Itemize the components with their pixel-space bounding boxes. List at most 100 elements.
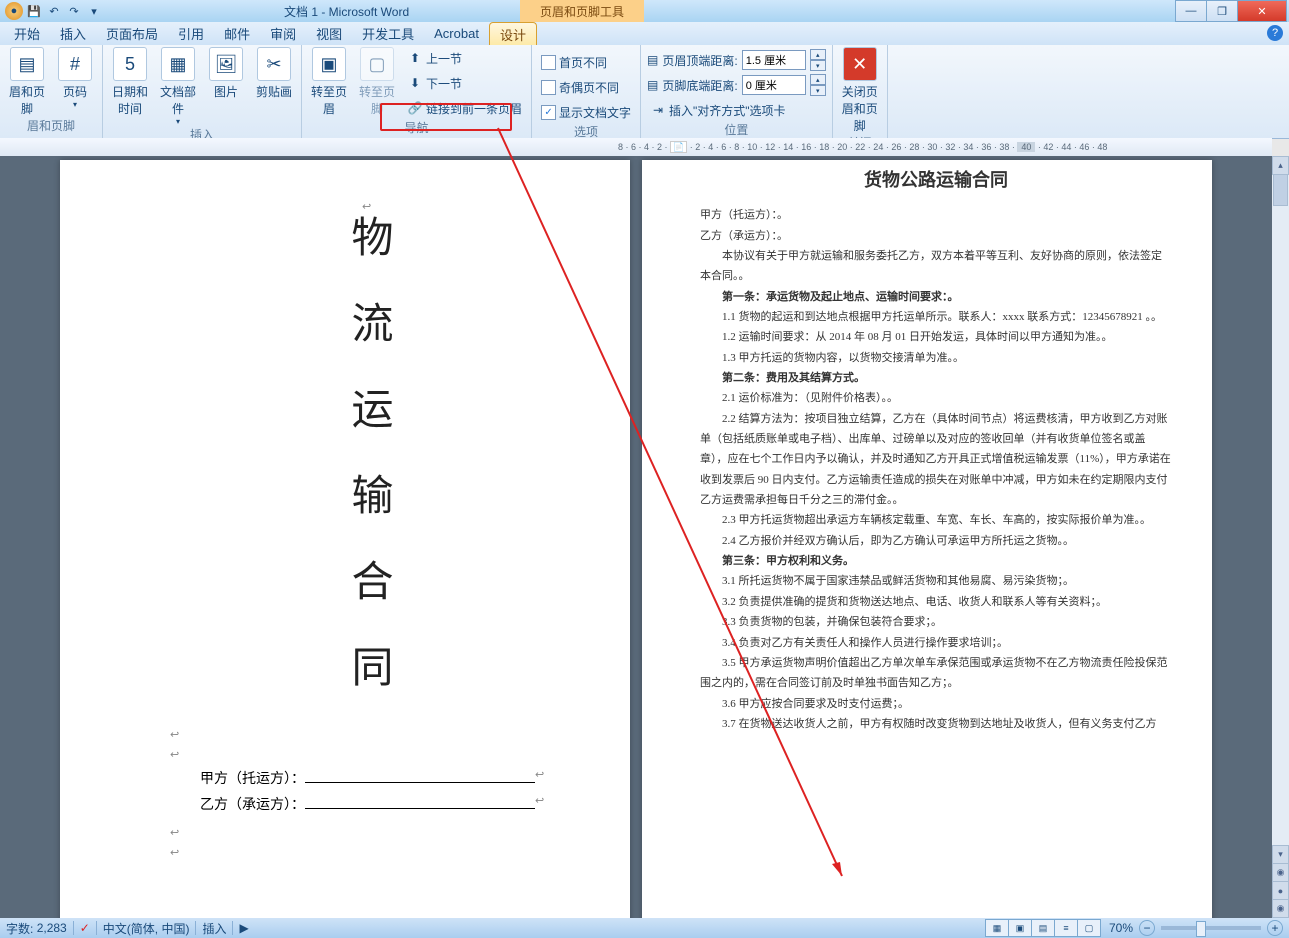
header-footer-button[interactable]: ▤眉和页脚 [6,47,48,117]
first-page-different-checkbox[interactable]: 首页不同 [538,51,634,73]
tab-acrobat[interactable]: Acrobat [424,22,489,45]
title-bar: ● 💾 ↶ ↷ ▾ 文档 1 - Microsoft Word 页眉和页脚工具 … [0,0,1289,22]
up-arrow-icon: ⬆ [407,50,423,66]
undo-icon[interactable]: ↶ [45,2,63,20]
next-section-button[interactable]: ⬇下一节 [404,72,525,94]
page2-line: 第二条：费用及其结算方式。 [700,368,1172,388]
page2-line: 3.4 负责对乙方有关责任人和操作人员进行操作要求培训；。 [700,633,1172,653]
horizontal-ruler[interactable]: 8 · 6 · 4 · 2 · 📄 · 2 · 4 · 6 · 8 · 10 ·… [0,138,1272,157]
next-page-icon: ◉ [1272,899,1289,918]
insert-align-tab-button[interactable]: ⇥插入"对齐方式"选项卡 [647,99,826,121]
prev-section-button[interactable]: ⬆上一节 [404,47,525,69]
page2-line: 乙方（承运方）：。 [700,226,1172,246]
save-icon[interactable]: 💾 [25,2,43,20]
page2-line: 第三条：甲方权利和义务。 [700,551,1172,571]
page-number-button[interactable]: #页码▾ [54,47,96,109]
word-count-label[interactable]: 字数: [6,920,33,937]
tab-insert[interactable]: 插入 [50,22,96,45]
page2-line: 3.3 负责货物的包装，并确保包装符合要求；。 [700,612,1172,632]
redo-icon[interactable]: ↷ [65,2,83,20]
header-distance-input[interactable] [742,50,806,70]
spin-down[interactable]: ▾ [810,85,826,96]
group-close: ✕关闭页眉和页脚 关闭 [833,45,888,138]
clipart-button[interactable]: ✂剪贴画 [253,47,295,100]
status-bar: 字数: 2,283 ✓ 中文(简体, 中国) 插入 ▶ ▦ ▣ ▤ ≡ ▢ 70… [0,918,1289,938]
page2-line: 1.1 货物的起运和到达地点根据甲方托运单所示。联系人：xxxx 联系方式：12… [700,307,1172,327]
page-2[interactable]: 货物公路运输合同 甲方（托运方）：。乙方（承运方）：。 本协议有关于甲方就运输和… [642,160,1212,918]
tab-references[interactable]: 引用 [168,22,214,45]
view-draft[interactable]: ▢ [1077,919,1101,937]
tab-developer[interactable]: 开发工具 [352,22,424,45]
tab-layout[interactable]: 页面布局 [96,22,168,45]
tab-design[interactable]: 设计 [489,22,537,45]
goto-header-button[interactable]: ▣转至页眉 [308,47,350,117]
macro-icon[interactable]: ▶ [239,921,248,935]
page2-line: 2.3 甲方托运货物超出承运方车辆核定载重、车宽、车长、车高的，按实际报价单为准… [700,510,1172,530]
help-icon[interactable]: ? [1267,25,1283,41]
tab-view[interactable]: 视图 [306,22,352,45]
spin-down[interactable]: ▾ [810,60,826,71]
odd-even-different-checkbox[interactable]: 奇偶页不同 [538,76,634,98]
page2-line: 3.1 所托运货物不属于国家违禁品或鲜活货物和其他易腐、易污染货物；。 [700,571,1172,591]
maximize-button[interactable]: ❐ [1206,0,1238,22]
scroll-thumb [1273,174,1288,206]
zoom-in-button[interactable]: + [1267,920,1283,936]
picture-button[interactable]: 🖼图片 [205,47,247,100]
highlight-link-previous [380,103,512,131]
close-button[interactable]: ✕ [1237,0,1287,22]
group-options: 首页不同 奇偶页不同 ✓显示文档文字 选项 [532,45,641,138]
zoom-slider[interactable] [1161,926,1261,930]
zoom-level[interactable]: 70% [1109,921,1133,935]
datetime-button[interactable]: 5日期和时间 [109,47,151,117]
insert-mode-status[interactable]: 插入 [202,920,226,937]
view-outline[interactable]: ≡ [1054,919,1078,937]
page2-line: 3.2 负责提供准确的提货和货物送达地点、电话、收货人和联系人等有关资料；。 [700,592,1172,612]
zoom-out-button[interactable]: − [1139,920,1155,936]
tab-mail[interactable]: 邮件 [214,22,260,45]
context-tab: 页眉和页脚工具 [520,0,644,22]
field-jia-label: 甲方（托运方）： [200,772,305,787]
view-web[interactable]: ▤ [1031,919,1055,937]
view-print-layout[interactable]: ▦ [985,919,1009,937]
page2-content[interactable]: 货物公路运输合同 甲方（托运方）：。乙方（承运方）：。 本协议有关于甲方就运输和… [700,164,1172,734]
show-document-text-checkbox[interactable]: ✓显示文档文字 [538,101,634,123]
close-header-footer-button[interactable]: ✕关闭页眉和页脚 [839,47,881,134]
down-arrow-icon: ⬇ [407,75,423,91]
field-jia-line[interactable] [305,768,535,783]
footer-margin-icon: ▤ [647,78,658,92]
spin-up[interactable]: ▴ [810,49,826,60]
minimize-button[interactable]: — [1175,0,1207,22]
office-button-icon[interactable]: ● [5,2,23,20]
spin-up[interactable]: ▴ [810,74,826,85]
window-title: 文档 1 - Microsoft Word [284,3,409,20]
page2-line: 本协议有关于甲方就运输和服务委托乙方，双方本着平等互利、友好协商的原则，依法签定… [700,246,1172,287]
document-area[interactable]: ↩ 物流运输合同 甲方（托运方）：↩ 乙方（承运方）：↩ ↩ ↩ ↩ ↩ 页脚 … [0,156,1272,918]
prev-page-icon: ◉ [1272,863,1289,882]
doc-parts-button[interactable]: ▦文档部件▾ [157,47,199,126]
view-full-screen[interactable]: ▣ [1008,919,1032,937]
group-header-footer: ▤眉和页脚 #页码▾ 眉和页脚 [0,45,103,138]
tab-start[interactable]: 开始 [4,22,50,45]
vertical-scrollbar[interactable]: ▴ ▾ ◉ ● ◉ [1272,156,1289,918]
spell-check-icon[interactable]: ✓ [80,921,90,935]
browse-object-icon: ● [1272,881,1289,900]
ribbon-tabs: 开始 插入 页面布局 引用 邮件 审阅 视图 开发工具 Acrobat 设计 ? [0,22,1289,45]
page1-title: 物流运输合同 [338,215,399,731]
page2-line: 2.4 乙方报价并经双方确认后，即为乙方确认可承运甲方所托运之货物。。 [700,531,1172,551]
qat-dropdown-icon[interactable]: ▾ [85,2,103,20]
language-status[interactable]: 中文(简体, 中国) [103,920,190,937]
page2-line: 3.6 甲方应按合同要求及时支付运费；。 [700,694,1172,714]
field-yi-line[interactable] [305,794,535,809]
tab-review[interactable]: 审阅 [260,22,306,45]
align-tab-icon: ⇥ [650,102,666,118]
page-1[interactable]: ↩ 物流运输合同 甲方（托运方）：↩ 乙方（承运方）：↩ ↩ ↩ ↩ ↩ 页脚 … [60,160,630,918]
page2-line: 1.3 甲方托运的货物内容，以货物交接清单为准。。 [700,348,1172,368]
page2-line: 3.5 甲方承运货物声明价值超出乙方单次单车承保范围或承运货物不在乙方物流责任险… [700,653,1172,694]
header-margin-icon: ▤ [647,53,658,67]
page2-line: 2.1 运价标准为：（见附件价格表）。。 [700,388,1172,408]
page2-line: 3.7 在货物送达收货人之前，甲方有权随时改变货物到达地址及收货人，但有义务支付… [700,714,1172,734]
group-insert: 5日期和时间 ▦文档部件▾ 🖼图片 ✂剪贴画 插入 [103,45,302,138]
page2-line: 第一条：承运货物及起止地点、运输时间要求：。 [700,287,1172,307]
footer-distance-input[interactable] [742,75,806,95]
page2-line: 甲方（托运方）：。 [700,205,1172,225]
